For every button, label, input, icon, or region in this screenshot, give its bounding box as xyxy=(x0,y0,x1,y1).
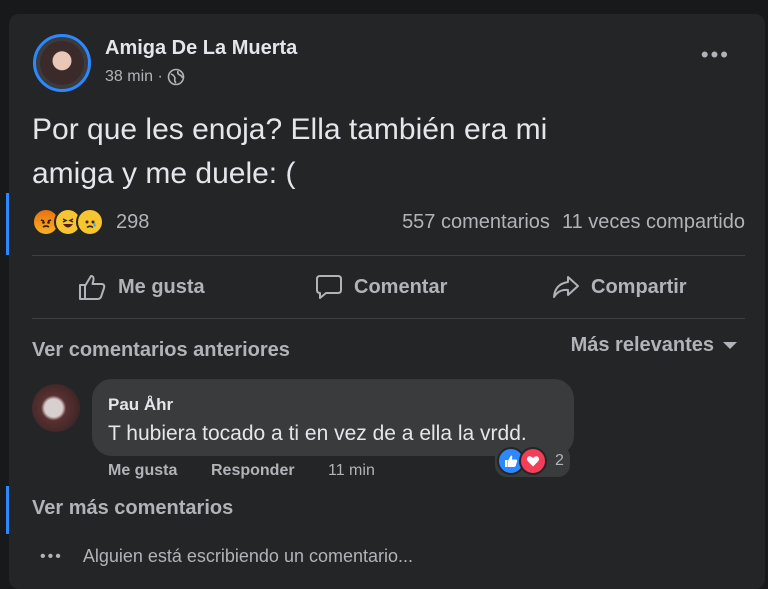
comment-like-link[interactable]: Me gusta xyxy=(108,462,177,480)
typing-indicator: ••• Alguien está escribiendo un comentar… xyxy=(40,546,413,567)
post-time[interactable]: 38 min · xyxy=(105,68,163,86)
post-text: Por que les enoja? Ella también era mi a… xyxy=(32,108,732,196)
commenter-avatar[interactable] xyxy=(32,384,80,432)
comment-button-label: Comentar xyxy=(354,275,448,298)
sad-react-icon xyxy=(76,208,104,236)
thumbs-up-icon xyxy=(79,275,106,300)
comment-sort-dropdown[interactable]: Más relevantes xyxy=(571,334,738,357)
typing-dots-icon: ••• xyxy=(40,547,63,565)
comment-time[interactable]: 11 min xyxy=(328,462,375,480)
like-button[interactable]: Me gusta xyxy=(78,273,205,301)
divider xyxy=(32,318,745,319)
view-previous-comments-link[interactable]: Ver comentarios anteriores xyxy=(32,339,290,362)
share-icon xyxy=(553,276,579,298)
comment-author[interactable]: Pau Åhr xyxy=(108,395,173,415)
caret-down-icon xyxy=(723,341,737,349)
comment-button[interactable]: Comentar xyxy=(314,273,447,301)
comments-count-link[interactable]: 557 comentarios xyxy=(402,211,550,234)
author-avatar[interactable] xyxy=(33,34,91,92)
focus-indicator-lower xyxy=(6,486,9,534)
share-button[interactable]: Compartir xyxy=(551,273,687,301)
post-author-name[interactable]: Amiga De La Muerta xyxy=(105,37,297,60)
more-options-button[interactable]: ••• xyxy=(701,44,730,66)
typing-text: Alguien está escribiendo un comentario..… xyxy=(82,546,414,566)
view-more-comments-link[interactable]: Ver más comentarios xyxy=(32,497,233,520)
post-text-line-1: Por que les enoja? Ella también era mi xyxy=(32,113,548,146)
reaction-count: 298 xyxy=(116,210,150,233)
reaction-summary[interactable]: 298 xyxy=(32,208,149,236)
like-button-label: Me gusta xyxy=(118,275,205,298)
love-react-icon xyxy=(519,447,547,475)
divider xyxy=(32,255,745,256)
comment-reply-link[interactable]: Responder xyxy=(211,462,295,480)
comment-reaction-count: 2 xyxy=(555,452,564,469)
post-stats: 557 comentarios 11 veces compartido xyxy=(402,211,745,234)
share-button-label: Compartir xyxy=(591,275,687,298)
comment-reaction-summary[interactable]: 2 xyxy=(495,445,570,477)
comment-text: T hubiera tocado a ti en vez de a ella l… xyxy=(108,422,527,445)
shares-count-link[interactable]: 11 veces compartido xyxy=(562,211,745,234)
globe-icon xyxy=(167,68,185,86)
sort-label: Más relevantes xyxy=(570,334,714,356)
focus-indicator xyxy=(6,193,9,255)
post-meta: 38 min · xyxy=(105,68,185,86)
post-text-line-2: amiga y me duele: ( xyxy=(32,157,296,190)
comment-icon xyxy=(316,275,342,299)
